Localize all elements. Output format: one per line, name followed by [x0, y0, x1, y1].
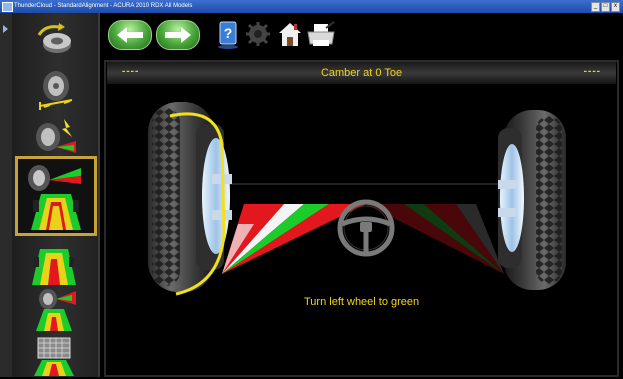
sidebar-item-adapter[interactable]: [22, 16, 86, 66]
header-bar: Camber at 0 Toe: [107, 62, 616, 84]
settings-gear-icon: [246, 22, 270, 46]
print-icon: [307, 21, 335, 46]
sidebar-item-grid-screen[interactable]: [22, 334, 86, 376]
sidebar-rail[interactable]: [0, 13, 12, 377]
back-button[interactable]: [108, 20, 152, 50]
rotate-adapter-icon: [37, 23, 71, 53]
sidebar-item-wheel-adjust[interactable]: [22, 284, 86, 334]
alignment-graphic: [148, 102, 566, 296]
grid-screen-icon: [34, 337, 74, 376]
close-button[interactable]: x: [611, 2, 620, 12]
main-display: Camber at 0 Toe ---- ---- Turn left whee…: [104, 60, 623, 377]
expand-arrow-icon[interactable]: [3, 25, 8, 33]
right-wheel: [498, 110, 566, 290]
forward-button[interactable]: [156, 20, 200, 50]
camber-lightning-icon: [36, 119, 76, 153]
wheel-adjust-icon: [36, 289, 76, 331]
instruction-text: Turn left wheel to green: [304, 296, 420, 308]
sidebar-item-wheel-measure[interactable]: [22, 66, 86, 116]
maximize-button[interactable]: □: [601, 2, 610, 12]
toe-yellow-icon: [32, 249, 76, 285]
left-reading: ----: [122, 66, 140, 77]
wheel-measure-icon: [39, 71, 73, 110]
app-icon: [2, 2, 13, 12]
minimize-button[interactable]: _: [591, 2, 600, 12]
home-icon: [279, 23, 301, 46]
window-title: ThunderCloud - StandardAlignment - ACURA…: [14, 3, 193, 9]
settings-button[interactable]: [244, 20, 272, 50]
steering-wheel-icon: [337, 199, 395, 257]
window-title-bar: ThunderCloud - StandardAlignment - ACURA…: [0, 0, 623, 13]
home-button[interactable]: [276, 20, 304, 50]
toolbar: ?: [100, 13, 623, 59]
camber-at-zero-toe-icon: [28, 165, 81, 230]
help-button[interactable]: ?: [214, 20, 242, 50]
window-controls: _ □ x: [591, 2, 620, 12]
print-button[interactable]: [306, 20, 335, 50]
right-reading: ----: [583, 66, 601, 77]
sidebar-item-camber-at-zero-toe[interactable]: [15, 156, 97, 236]
sidebar-item-camber-check[interactable]: [22, 114, 86, 156]
page-title: Camber at 0 Toe: [320, 67, 403, 79]
forward-arrow-icon: [165, 27, 191, 43]
sidebar-item-toe[interactable]: [22, 238, 86, 288]
left-wheel: [148, 102, 232, 296]
help-book-icon: ?: [218, 21, 238, 49]
svg-text:?: ?: [224, 25, 233, 41]
back-arrow-icon: [117, 27, 143, 43]
